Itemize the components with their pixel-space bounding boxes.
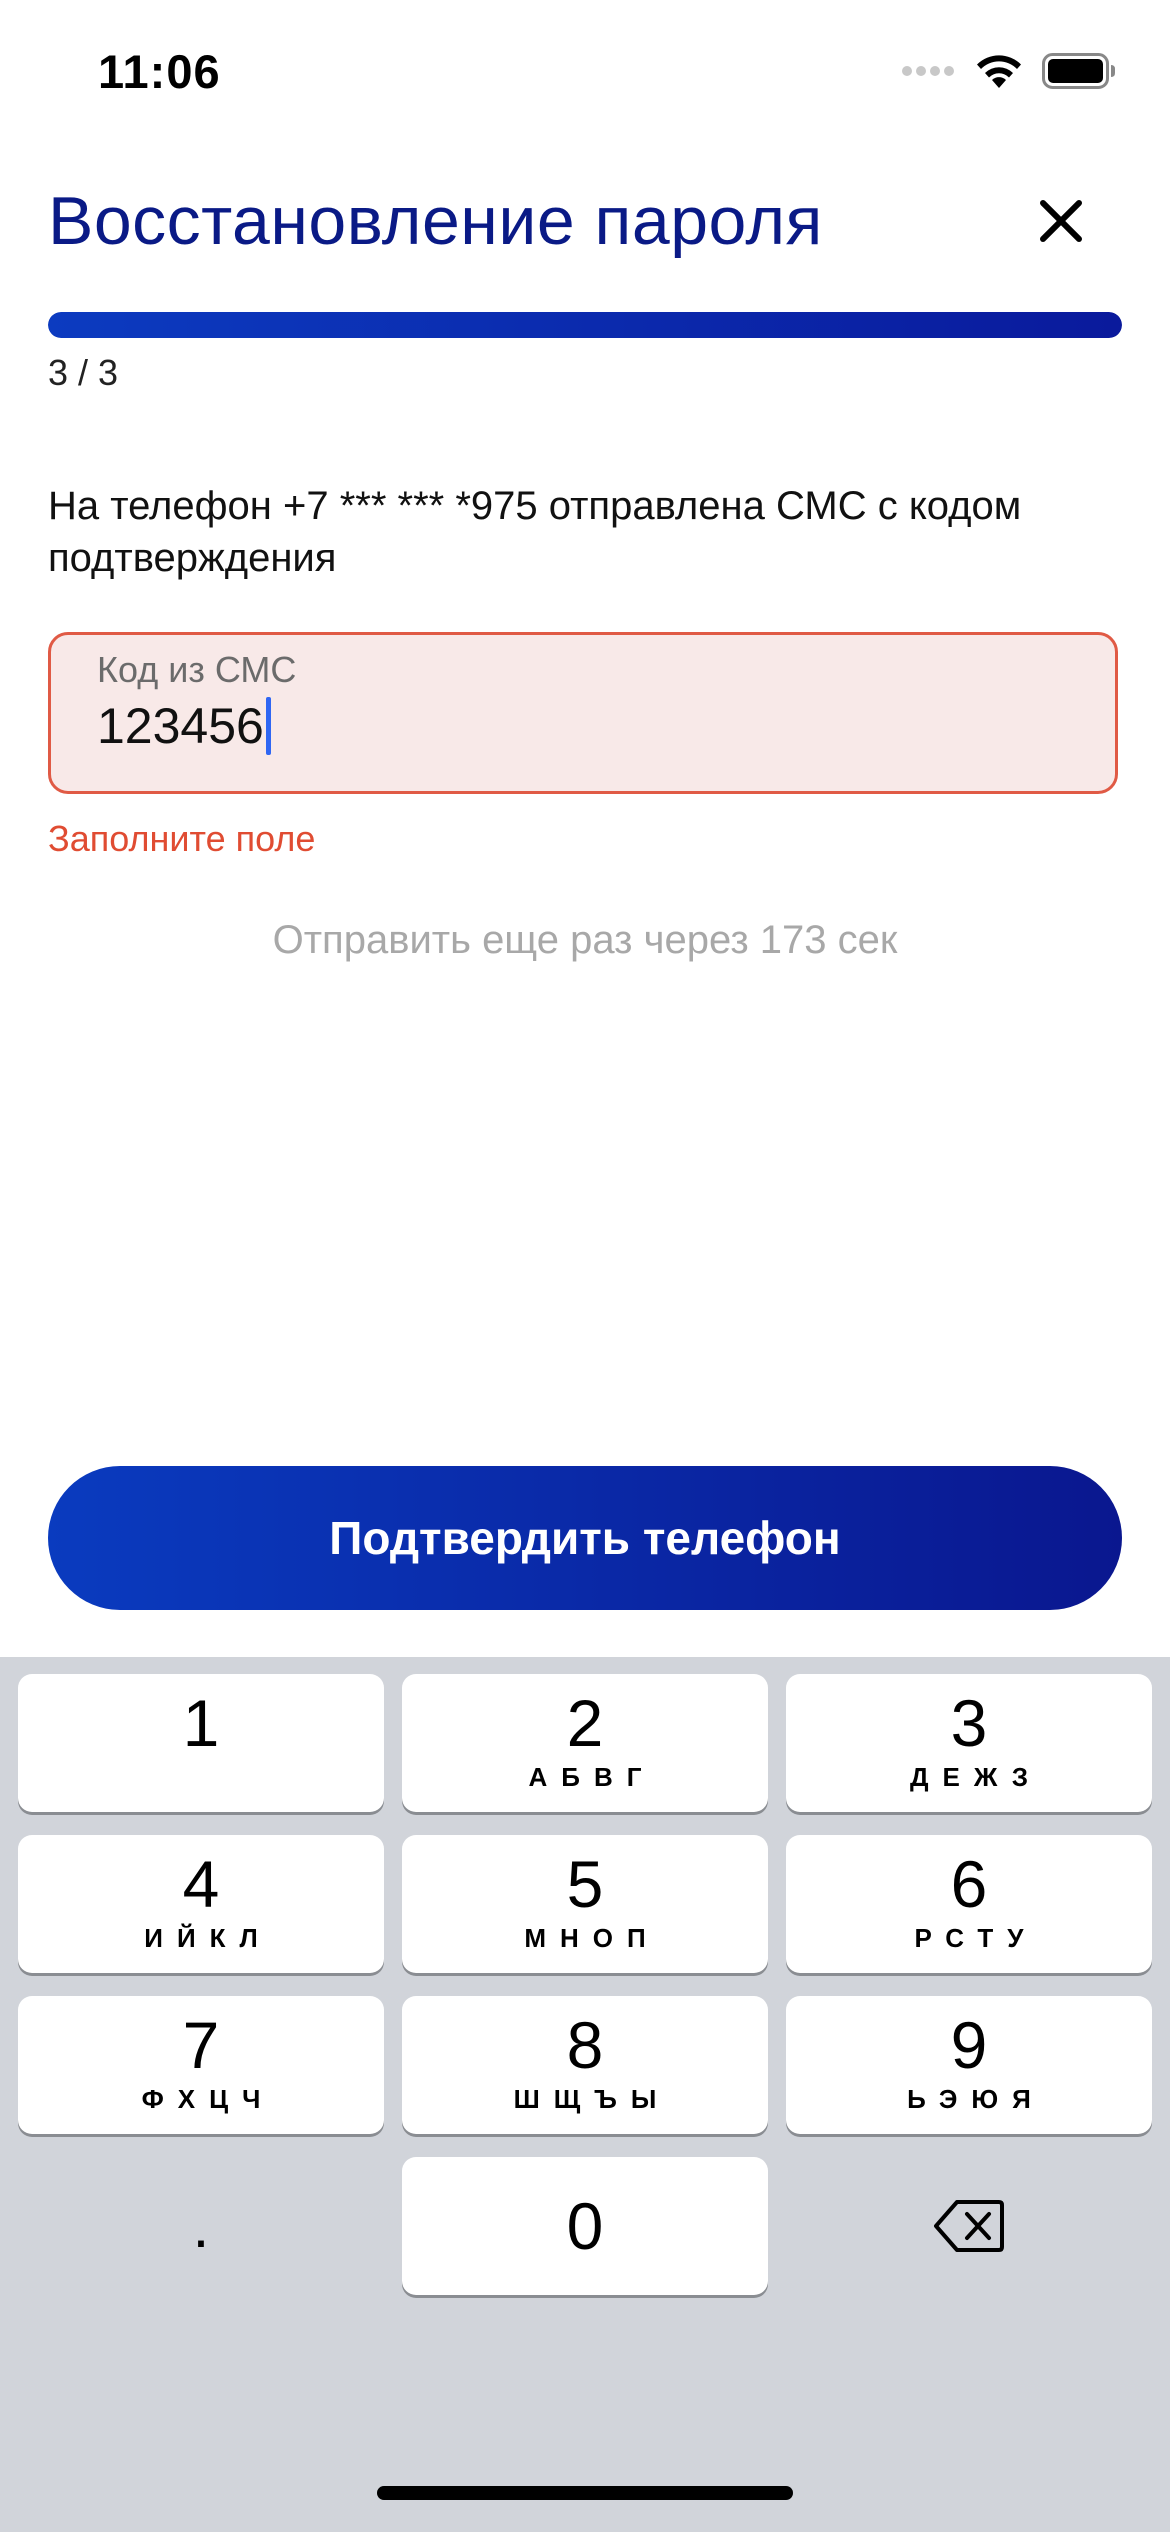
field-error-message: Заполните поле	[48, 818, 316, 859]
status-icons	[902, 52, 1116, 90]
close-button[interactable]	[1030, 190, 1092, 252]
wifi-icon	[977, 55, 1021, 88]
sms-sent-message: На телефон +7 *** *** *975 отправлена СМ…	[48, 484, 1022, 580]
key-0[interactable]: 0	[402, 2157, 768, 2295]
key-2[interactable]: 2 АБВГ	[402, 1674, 768, 1812]
screen: 11:06 Восстановление пароля 3 / 3 На тел…	[0, 0, 1170, 2532]
key-digit: 5	[566, 1847, 604, 1921]
page-title: Восстановление пароля	[48, 183, 823, 259]
key-letters: ИЙКЛ	[144, 1923, 272, 1953]
key-letters: АБВГ	[528, 1762, 656, 1792]
key-1[interactable]: 1	[18, 1674, 384, 1812]
backspace-key[interactable]	[786, 2157, 1152, 2295]
progress-bar	[48, 312, 1122, 338]
progress-fill	[48, 312, 1122, 338]
step-counter: 3 / 3	[48, 352, 119, 393]
close-icon	[1040, 200, 1082, 242]
sms-code-input[interactable]: 123456	[97, 697, 271, 755]
key-digit: 4	[182, 1847, 220, 1921]
numeric-keyboard: 1 2 АБВГ 3 ДЕЖЗ 4 ИЙКЛ 5 МНОП 6 РСТУ 7 Ф…	[0, 1657, 1170, 2532]
confirm-phone-button[interactable]: Подтвердить телефон	[48, 1466, 1122, 1610]
key-dot[interactable]: .	[18, 2157, 384, 2295]
key-6[interactable]: 6 РСТУ	[786, 1835, 1152, 1973]
key-letters: ШЩЪЫ	[513, 2084, 671, 2114]
backspace-icon	[934, 2200, 1004, 2252]
sms-code-field[interactable]: Код из СМС 123456	[48, 632, 1118, 794]
key-digit: 1	[182, 1686, 220, 1760]
battery-icon	[1042, 53, 1115, 89]
key-digit: 6	[950, 1847, 988, 1921]
key-5[interactable]: 5 МНОП	[402, 1835, 768, 1973]
key-letters: ДЕЖЗ	[910, 1762, 1042, 1792]
key-letters: ЬЭЮЯ	[907, 2084, 1045, 2114]
status-time: 11:06	[98, 45, 221, 98]
key-letters: РСТУ	[914, 1923, 1038, 1953]
sms-code-label: Код из СМС	[97, 649, 297, 690]
sms-code-value: 123456	[97, 698, 264, 754]
key-digit: 7	[182, 2008, 220, 2082]
key-4[interactable]: 4 ИЙКЛ	[18, 1835, 384, 1973]
key-digit: 0	[566, 2189, 604, 2263]
key-digit: 3	[950, 1686, 988, 1760]
key-8[interactable]: 8 ШЩЪЫ	[402, 1996, 768, 2134]
key-letters: МНОП	[524, 1923, 660, 1953]
key-digit: 2	[566, 1686, 604, 1760]
status-bar: 11:06	[0, 0, 1170, 150]
key-3[interactable]: 3 ДЕЖЗ	[786, 1674, 1152, 1812]
key-7[interactable]: 7 ФХЦЧ	[18, 1996, 384, 2134]
key-digit: 8	[566, 2008, 604, 2082]
resend-timer: Отправить еще раз через 173 сек	[272, 918, 898, 962]
signal-icon	[902, 66, 954, 76]
key-9[interactable]: 9 ЬЭЮЯ	[786, 1996, 1152, 2134]
key-letters: ФХЦЧ	[141, 2084, 275, 2114]
key-digit: 9	[950, 2008, 988, 2082]
text-caret	[265, 697, 271, 755]
home-indicator	[377, 2486, 793, 2500]
